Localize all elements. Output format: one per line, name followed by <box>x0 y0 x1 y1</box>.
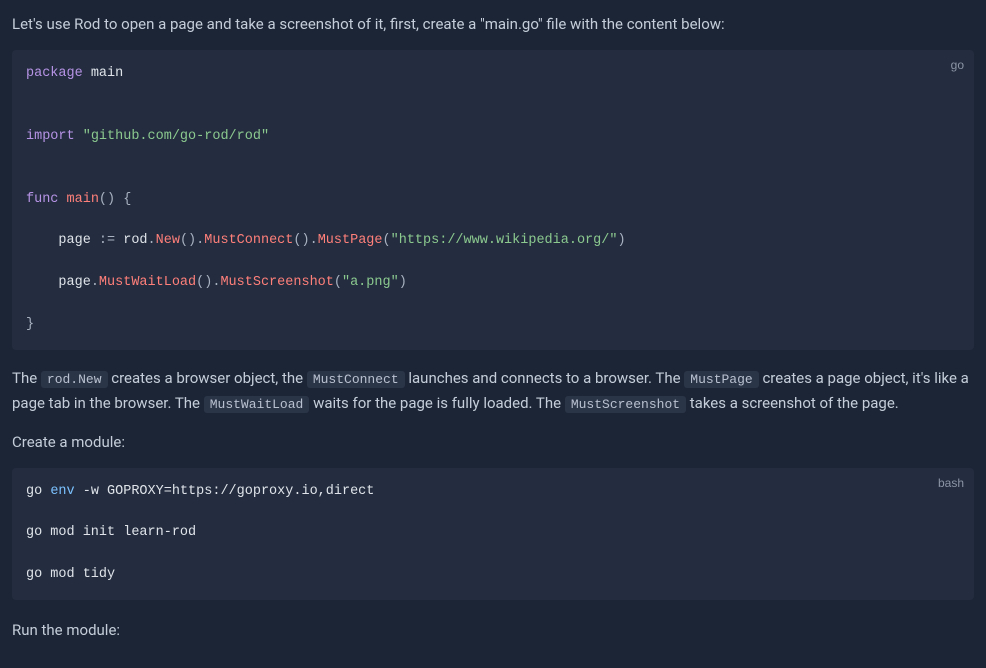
explanation-paragraph: The rod.New creates a browser object, th… <box>12 366 974 416</box>
text: The <box>12 369 41 387</box>
token-cmd: go <box>26 484 50 499</box>
token-func: main <box>67 192 99 207</box>
token-punc: ( <box>334 275 342 290</box>
token-cmd: go mod init learn-rod <box>26 523 960 544</box>
code-block-bash: bash go env -w GOPROXY=https://goproxy.i… <box>12 468 974 601</box>
token-punc: . <box>148 233 156 248</box>
token-keyword: package <box>26 66 83 81</box>
token-punc: ) <box>399 275 407 290</box>
token-string: "https://www.wikipedia.org/" <box>391 233 618 248</box>
token-indent <box>26 233 58 248</box>
token-cmd: go mod tidy <box>26 565 960 586</box>
inline-code: rod.New <box>41 371 108 388</box>
token-builtin: env <box>50 484 74 499</box>
inline-code: MustScreenshot <box>565 396 686 413</box>
code-block-go: go package main import "github.com/go-ro… <box>12 50 974 350</box>
token-func: MustWaitLoad <box>99 275 196 290</box>
text: takes a screenshot of the page. <box>686 394 899 412</box>
text: creates a browser object, the <box>108 369 307 387</box>
token-cmd: -w GOPROXY=https://goproxy.io,direct <box>75 484 375 499</box>
token-punc: (). <box>180 233 204 248</box>
text: waits for the page is fully loaded. The <box>309 394 564 412</box>
token-keyword: func <box>26 192 58 207</box>
token-string: "a.png" <box>342 275 399 290</box>
create-module-paragraph: Create a module: <box>12 430 974 454</box>
token-func: MustPage <box>318 233 383 248</box>
token-ident: page <box>58 275 90 290</box>
token-func: MustScreenshot <box>220 275 333 290</box>
token-punc: (). <box>293 233 317 248</box>
inline-code: MustConnect <box>307 371 405 388</box>
token-op: := <box>91 233 123 248</box>
lang-label-go: go <box>951 56 964 75</box>
token-func: MustConnect <box>204 233 293 248</box>
token-punc: } <box>26 317 34 332</box>
token-punc: ( <box>383 233 391 248</box>
inline-code: MustPage <box>684 371 758 388</box>
token-punc: (). <box>196 275 220 290</box>
text: launches and connects to a browser. The <box>405 369 685 387</box>
token-punc: () { <box>99 192 131 207</box>
code-content-go: package main import "github.com/go-rod/r… <box>26 64 960 336</box>
token-ident: main <box>91 66 123 81</box>
intro-paragraph: Let's use Rod to open a page and take a … <box>12 12 974 36</box>
lang-label-bash: bash <box>938 474 964 493</box>
code-content-bash: go env -w GOPROXY=https://goproxy.io,dir… <box>26 482 960 587</box>
token-punc: ) <box>617 233 625 248</box>
token-indent <box>26 275 58 290</box>
token-ident: page <box>58 233 90 248</box>
token-punc: . <box>91 275 99 290</box>
run-module-paragraph: Run the module: <box>12 618 974 642</box>
token-ident: rod <box>123 233 147 248</box>
inline-code: MustWaitLoad <box>204 396 310 413</box>
token-string: "github.com/go-rod/rod" <box>83 129 269 144</box>
token-keyword: import <box>26 129 75 144</box>
token-func: New <box>156 233 180 248</box>
